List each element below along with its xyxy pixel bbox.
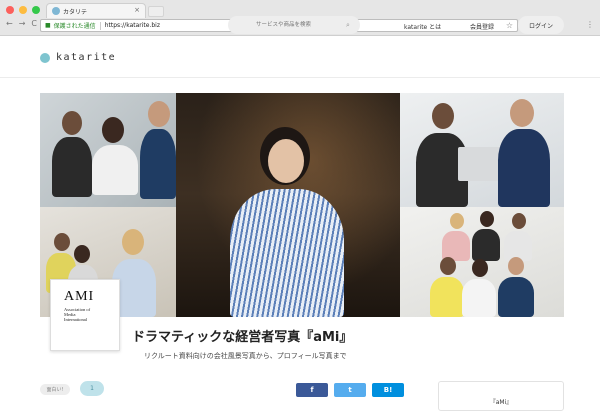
new-tab-button[interactable] [148, 6, 164, 17]
maximize-window-button[interactable] [32, 6, 40, 14]
url-separator [99, 21, 101, 30]
minimize-window-button[interactable] [19, 6, 27, 14]
login-button[interactable]: ログイン [518, 16, 564, 34]
bookmark-star-icon[interactable]: ☆ [506, 21, 513, 30]
close-tab-icon[interactable]: × [134, 6, 140, 14]
browser-tab[interactable]: カタリテ × [46, 3, 146, 18]
site-header: katarite [0, 36, 600, 78]
org-logo-text: AMI [64, 289, 95, 304]
secure-label: 保護された通信 [53, 23, 96, 30]
search-icon[interactable]: ⌕ [346, 21, 350, 30]
window-controls [6, 6, 40, 14]
browser-nav: ← → C [6, 19, 37, 28]
nav-register-link[interactable]: 会員登録 [470, 22, 494, 31]
executive-portrait-photo [176, 93, 400, 317]
share-twitter-button[interactable]: t [334, 383, 366, 397]
reload-icon[interactable]: C [31, 19, 37, 28]
laptop-discussion-photo [400, 93, 564, 207]
forward-icon[interactable]: → [19, 19, 26, 28]
share-hatena-button[interactable]: B! [372, 383, 404, 397]
tab-title: カタリテ [63, 9, 88, 16]
page-subtitle: リクルート資料向けの会社風景写真から、プロフィール写真まで [144, 352, 347, 360]
close-window-button[interactable] [6, 6, 14, 14]
browser-menu-icon[interactable]: ⋮ [586, 20, 594, 29]
site-logo[interactable]: katarite [40, 52, 116, 63]
share-facebook-button[interactable]: f [296, 383, 328, 397]
logo-text: katarite [56, 52, 117, 63]
organization-logo: AMI Association of Media International [50, 279, 120, 351]
url-text[interactable]: https://katarite.biz [105, 22, 160, 29]
nav-about-link[interactable]: katarite とは [404, 22, 441, 31]
like-count-badge: 1 [80, 381, 104, 396]
back-icon[interactable]: ← [6, 19, 13, 28]
lock-icon: ■ [45, 22, 51, 29]
logo-mark-icon [40, 52, 50, 63]
group-photo [400, 207, 564, 317]
page-title: ドラマティックな経営者写真『aMi』 [132, 330, 353, 345]
sidebar-card: 『aMi』 [438, 381, 564, 411]
like-button[interactable]: 面白い! [40, 384, 70, 395]
org-name: Association of Media International [64, 307, 91, 323]
team-meeting-photo [40, 93, 176, 207]
search-input[interactable] [228, 16, 360, 34]
site-favicon-icon [52, 7, 60, 15]
